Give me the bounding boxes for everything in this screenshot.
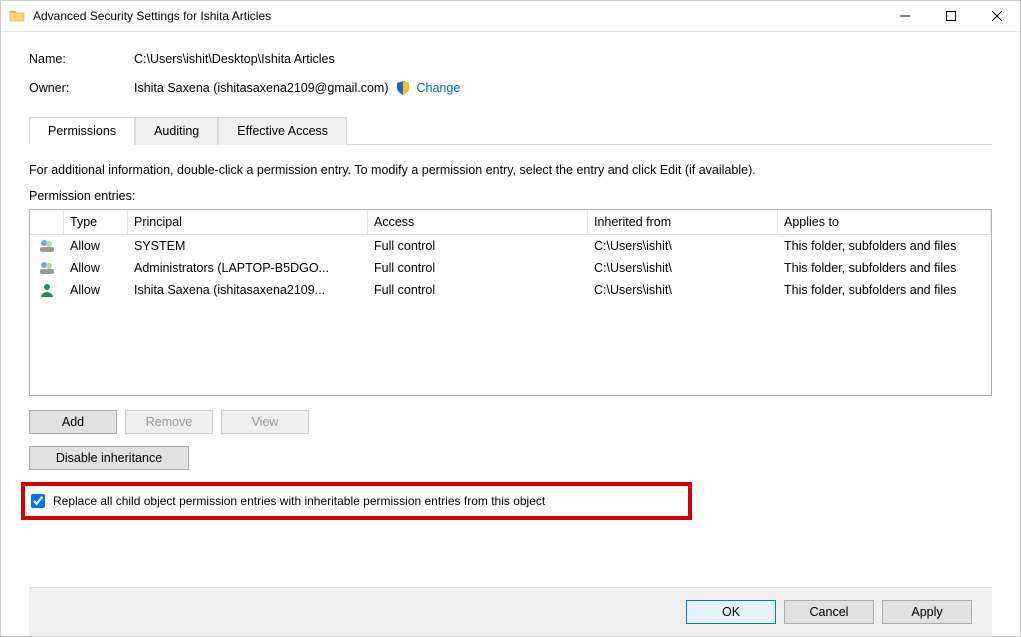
tab-label: Effective Access: [237, 124, 328, 138]
col-access[interactable]: Access: [368, 210, 588, 234]
permission-entries-list[interactable]: Type Principal Access Inherited from App…: [29, 209, 992, 396]
permission-buttons: Add Remove View: [29, 410, 992, 434]
dialog-footer: OK Cancel Apply: [29, 587, 992, 636]
col-applies[interactable]: Applies to: [778, 210, 991, 234]
tab-permissions[interactable]: Permissions: [29, 117, 135, 145]
button-label: View: [252, 415, 279, 429]
name-row: Name: C:\Users\ishit\Desktop\Ishita Arti…: [29, 52, 992, 66]
replace-child-entries-checkbox[interactable]: [31, 494, 45, 508]
advanced-security-window: Advanced Security Settings for Ishita Ar…: [0, 0, 1021, 637]
disable-inheritance-button[interactable]: Disable inheritance: [29, 446, 189, 470]
view-button: View: [221, 410, 309, 434]
instruction-text: For additional information, double-click…: [29, 163, 992, 177]
cell-inherited: C:\Users\ishit\: [588, 239, 778, 253]
button-label: Remove: [146, 415, 193, 429]
tab-effective-access[interactable]: Effective Access: [218, 117, 347, 145]
button-label: Disable inheritance: [56, 451, 162, 465]
cell-principal: Administrators (LAPTOP-B5DGO...: [128, 261, 368, 275]
ok-button[interactable]: OK: [686, 600, 776, 624]
table-row[interactable]: AllowIshita Saxena (ishitasaxena2109...F…: [30, 279, 991, 301]
button-label: Cancel: [810, 605, 849, 619]
table-row[interactable]: AllowSYSTEMFull controlC:\Users\ishit\Th…: [30, 235, 991, 257]
close-button[interactable]: [974, 1, 1020, 31]
minimize-button[interactable]: [882, 1, 928, 31]
replace-child-entries-highlight: Replace all child object permission entr…: [21, 482, 692, 520]
group-icon: [30, 260, 64, 276]
cell-applies: This folder, subfolders and files: [778, 239, 991, 253]
table-row[interactable]: AllowAdministrators (LAPTOP-B5DGO...Full…: [30, 257, 991, 279]
owner-value: Ishita Saxena (ishitasaxena2109@gmail.co…: [134, 81, 389, 95]
remove-button: Remove: [125, 410, 213, 434]
permission-header-row: Type Principal Access Inherited from App…: [30, 210, 991, 235]
replace-child-entries-label: Replace all child object permission entr…: [53, 494, 545, 508]
col-type[interactable]: Type: [64, 210, 128, 234]
inheritance-row: Disable inheritance: [29, 446, 992, 470]
cell-type: Allow: [64, 283, 128, 297]
folder-icon: [9, 8, 25, 24]
cell-access: Full control: [368, 261, 588, 275]
owner-label: Owner:: [29, 81, 134, 95]
tab-label: Permissions: [48, 124, 116, 138]
window-controls: [882, 1, 1020, 31]
dialog-body: Name: C:\Users\ishit\Desktop\Ishita Arti…: [1, 32, 1020, 636]
cell-access: Full control: [368, 283, 588, 297]
owner-row: Owner: Ishita Saxena (ishitasaxena2109@g…: [29, 80, 992, 96]
cell-access: Full control: [368, 239, 588, 253]
apply-button[interactable]: Apply: [882, 600, 972, 624]
tab-auditing[interactable]: Auditing: [135, 117, 218, 145]
name-label: Name:: [29, 52, 134, 66]
tab-label: Auditing: [154, 124, 199, 138]
add-button[interactable]: Add: [29, 410, 117, 434]
user-icon: [30, 282, 64, 298]
col-principal[interactable]: Principal: [128, 210, 368, 234]
group-icon: [30, 238, 64, 254]
cell-inherited: C:\Users\ishit\: [588, 283, 778, 297]
name-value: C:\Users\ishit\Desktop\Ishita Articles: [134, 52, 335, 66]
button-label: Apply: [911, 605, 942, 619]
window-title: Advanced Security Settings for Ishita Ar…: [33, 9, 882, 23]
permission-entries-label: Permission entries:: [29, 189, 992, 203]
button-label: Add: [62, 415, 84, 429]
shield-icon: [395, 80, 411, 96]
cell-inherited: C:\Users\ishit\: [588, 261, 778, 275]
cell-type: Allow: [64, 261, 128, 275]
cell-principal: Ishita Saxena (ishitasaxena2109...: [128, 283, 368, 297]
col-inherited[interactable]: Inherited from: [588, 210, 778, 234]
tabstrip: Permissions Auditing Effective Access: [29, 116, 992, 145]
col-icon[interactable]: [30, 210, 64, 234]
change-owner-link[interactable]: Change: [417, 81, 461, 95]
button-label: OK: [722, 605, 740, 619]
titlebar: Advanced Security Settings for Ishita Ar…: [1, 1, 1020, 32]
maximize-button[interactable]: [928, 1, 974, 31]
cell-type: Allow: [64, 239, 128, 253]
cell-applies: This folder, subfolders and files: [778, 283, 991, 297]
cell-applies: This folder, subfolders and files: [778, 261, 991, 275]
cancel-button[interactable]: Cancel: [784, 600, 874, 624]
cell-principal: SYSTEM: [128, 239, 368, 253]
